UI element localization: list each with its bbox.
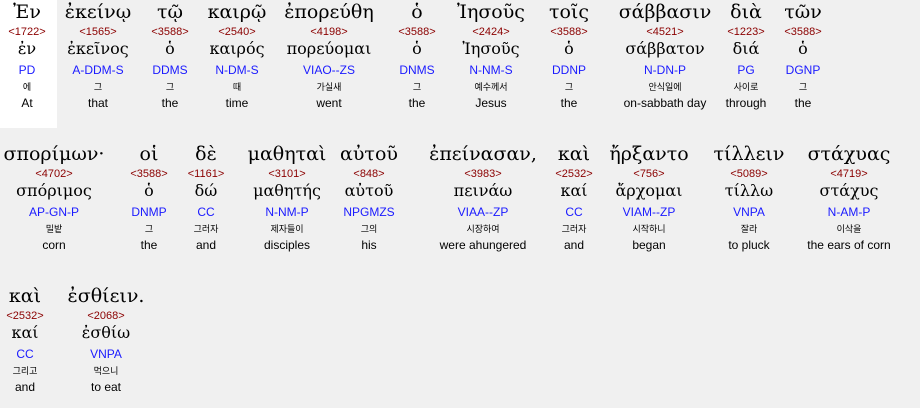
word-strong[interactable]: <3588>: [733, 25, 873, 39]
word-column: στάχυας <4719> στάχυς N-AM-P 이삭을 the ears of …: [779, 142, 919, 253]
word-english: the: [794, 96, 812, 110]
word-greek: στάχυας: [807, 143, 891, 165]
word-korean: 이삭을: [836, 225, 862, 235]
word-korean: 그: [798, 83, 808, 93]
word-greek: τῶν: [784, 1, 822, 23]
word-english: to eat: [90, 380, 122, 394]
word-lemma: ἐσθίω: [81, 323, 131, 342]
word-parse: VNPA: [90, 347, 122, 361]
word-lemma: ὁ: [798, 39, 808, 58]
word-parse: DGNP: [785, 63, 821, 77]
interlinear-passage: Ἐν <1722> ἐν PD 에 At ἐκείνῳ <1565> ἐκεῖνος A-DDM-…: [0, 0, 920, 408]
word-strong[interactable]: <4719>: [779, 167, 919, 181]
word-korean: 먹으니: [93, 367, 119, 377]
word-english: the ears of corn: [807, 238, 891, 252]
word-strong[interactable]: <2068>: [36, 309, 176, 323]
word-column: ἐσθίειν. <2068> ἐσθίω VNPA 먹으니 to eat: [36, 284, 176, 395]
word-greek: ἐσθίειν.: [67, 285, 145, 307]
word-column: τῶν <3588> ὁ DGNP 그 the: [733, 0, 873, 111]
word-parse: N-AM-P: [827, 205, 871, 219]
word-lemma: στάχυς: [819, 181, 879, 200]
